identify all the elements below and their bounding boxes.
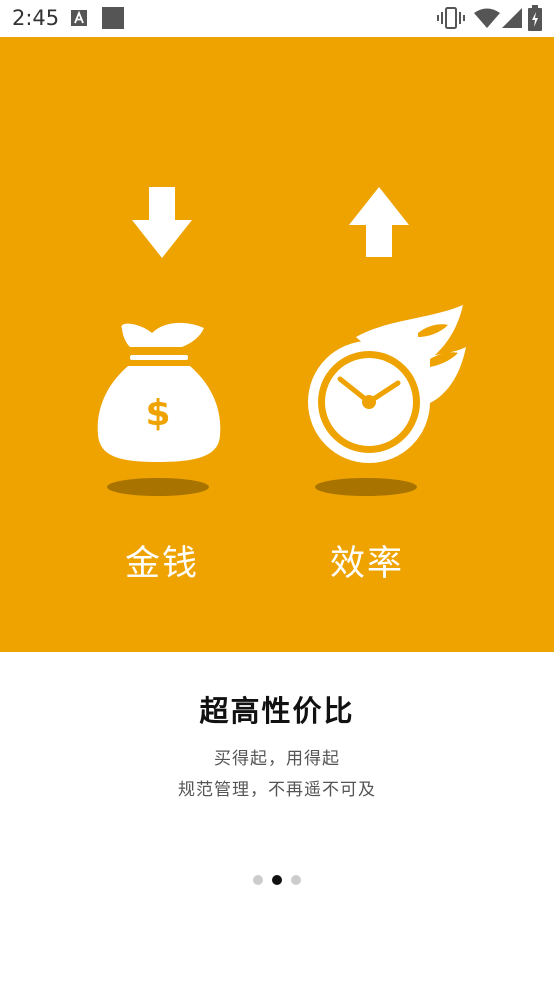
page-dot-1[interactable] bbox=[253, 875, 263, 885]
svg-text:$: $ bbox=[145, 393, 170, 434]
signal-icon bbox=[502, 8, 522, 28]
description-line-2: 规范管理，不再遥不可及 bbox=[178, 780, 376, 800]
wifi-icon bbox=[474, 8, 500, 28]
money-label: 金钱 bbox=[124, 544, 199, 584]
arrow-up-icon bbox=[349, 187, 409, 257]
status-time: 2:45 bbox=[12, 6, 60, 30]
hero-banner: $ 金钱 效率 bbox=[0, 37, 554, 652]
description-line-1: 买得起，用得起 bbox=[214, 749, 340, 769]
a-notification-icon bbox=[71, 10, 87, 26]
square-notification-icon bbox=[102, 7, 124, 29]
page-indicator bbox=[0, 873, 554, 887]
status-bar: 2:45 bbox=[0, 0, 554, 37]
clock-icon bbox=[308, 305, 466, 496]
vibrate-icon bbox=[437, 7, 465, 29]
arrow-down-icon bbox=[132, 187, 192, 258]
page-title: 超高性价比 bbox=[199, 694, 355, 728]
money-bag-icon: $ bbox=[97, 322, 221, 496]
page-dot-3[interactable] bbox=[291, 875, 301, 885]
efficiency-label: 效率 bbox=[329, 544, 404, 584]
page-dot-2-active[interactable] bbox=[272, 875, 282, 885]
battery-icon bbox=[528, 5, 542, 31]
